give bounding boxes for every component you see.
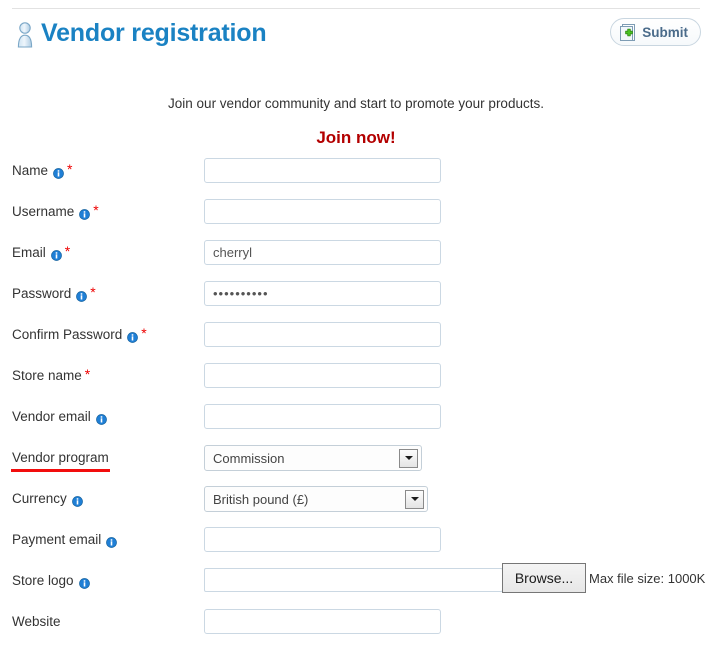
chevron-down-icon[interactable] — [405, 489, 424, 509]
label-text: Name — [12, 163, 49, 178]
form-row-vendor-program: Vendor program Commission — [0, 445, 712, 486]
input-vendor-email[interactable] — [204, 404, 441, 429]
form-row-store-logo: Store logo Browse... Max file size: 1000K — [0, 563, 712, 609]
form-row-payment-email: Payment email — [0, 527, 712, 568]
info-icon[interactable] — [79, 208, 91, 220]
form-row-currency: Currency British pound (£) — [0, 486, 712, 527]
label-text: Vendor email — [12, 409, 91, 424]
form-row-username: Username * — [0, 199, 712, 240]
select-value-currency: British pound (£) — [213, 491, 309, 507]
join-now-heading: Join now! — [316, 128, 396, 147]
label-text: Payment email — [12, 532, 102, 547]
form-row-email: Email * — [0, 240, 712, 281]
label-text: Confirm Password — [12, 327, 123, 342]
info-icon[interactable] — [53, 167, 64, 179]
info-icon[interactable] — [50, 249, 62, 261]
label-username: Username * — [12, 202, 99, 220]
label-website: Website — [12, 614, 61, 630]
label-text: Currency — [12, 491, 67, 506]
form-row-name: Name * — [0, 158, 712, 199]
select-vendor-program[interactable]: Commission — [204, 445, 422, 471]
label-vendor-program: Vendor program — [12, 450, 109, 466]
required-marker: * — [141, 325, 147, 341]
label-confirm-password: Confirm Password * — [12, 325, 147, 343]
submit-button[interactable]: Submit — [610, 18, 701, 46]
select-currency[interactable]: British pound (£) — [204, 486, 428, 512]
input-name[interactable] — [204, 158, 441, 183]
info-icon[interactable] — [127, 331, 139, 343]
input-email[interactable] — [204, 240, 441, 265]
form-row-confirm-password: Confirm Password * — [0, 322, 712, 363]
label-text: Website — [12, 614, 61, 629]
label-text: Password — [12, 286, 72, 301]
form-row-website: Website — [0, 609, 712, 650]
page-add-icon — [619, 23, 636, 42]
vendor-registration-form: Name*Username*Email*Password*Confirm Pas… — [0, 158, 712, 650]
label-currency: Currency — [12, 491, 83, 507]
page-title: Vendor registration — [41, 18, 267, 47]
user-icon — [16, 20, 34, 50]
info-icon[interactable] — [76, 290, 88, 302]
info-icon[interactable] — [71, 495, 83, 507]
input-payment-email[interactable] — [204, 527, 441, 552]
info-icon[interactable] — [95, 413, 107, 425]
info-icon[interactable] — [78, 577, 90, 589]
input-website[interactable] — [204, 609, 441, 634]
required-marker: * — [64, 243, 71, 259]
page-title-group: Vendor registration — [16, 18, 267, 50]
required-marker: * — [67, 161, 73, 177]
required-marker: * — [90, 284, 96, 300]
required-marker: * — [93, 202, 99, 218]
label-text: Email — [12, 245, 46, 260]
input-confirm-password[interactable] — [204, 322, 441, 347]
select-value-vendor-program: Commission — [213, 450, 285, 466]
info-icon[interactable] — [106, 536, 118, 548]
label-name: Name * — [12, 161, 73, 179]
label-store-name: Store name * — [12, 366, 91, 384]
page-header: Vendor registration Submit — [0, 18, 712, 66]
intro-description: Join our vendor community and start to p… — [168, 96, 544, 111]
label-email: Email * — [12, 243, 71, 261]
required-marker: * — [84, 366, 91, 382]
form-row-store-name: Store name * — [0, 363, 712, 404]
label-password: Password * — [12, 284, 96, 302]
input-store-name[interactable] — [204, 363, 441, 388]
browse-button[interactable]: Browse... — [502, 563, 586, 593]
label-payment-email: Payment email — [12, 532, 118, 548]
label-store-logo: Store logo — [12, 573, 90, 589]
label-text: Username — [12, 204, 75, 219]
label-text: Store name — [12, 368, 82, 383]
label-text: Store logo — [12, 573, 74, 588]
chevron-down-icon[interactable] — [399, 448, 418, 468]
max-file-size-note: Max file size: 1000K — [589, 571, 706, 586]
top-divider — [12, 8, 700, 9]
input-password[interactable] — [204, 281, 441, 306]
highlight-underline-vendor-program — [11, 469, 110, 472]
label-vendor-email: Vendor email — [12, 409, 107, 425]
label-text: Vendor program — [12, 450, 109, 465]
file-input-store-logo[interactable] — [204, 568, 503, 592]
input-username[interactable] — [204, 199, 441, 224]
form-row-password: Password * — [0, 281, 712, 322]
submit-button-label: Submit — [642, 24, 688, 40]
form-row-vendor-email: Vendor email — [0, 404, 712, 445]
